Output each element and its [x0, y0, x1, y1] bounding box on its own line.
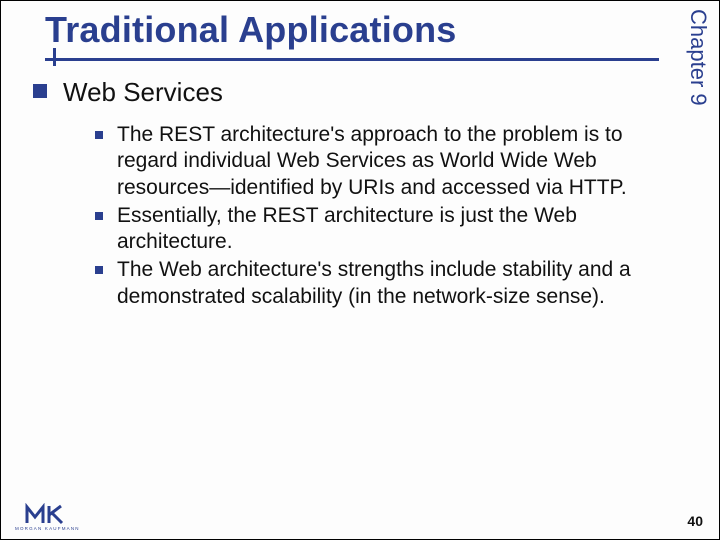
list-item: Web Services [31, 77, 679, 108]
title-tick-icon [53, 48, 56, 66]
publisher-name: MORGAN KAUFMANN [15, 526, 80, 531]
lvl2-text: The Web architecture's strengths include… [117, 257, 679, 310]
sub-list: The REST architecture's approach to the … [95, 122, 679, 310]
lvl1-text: Web Services [63, 77, 223, 108]
list-item: Essentially, the REST architecture is ju… [95, 203, 679, 256]
page-number: 40 [687, 513, 703, 529]
chapter-label: Chapter 9 [685, 9, 711, 106]
slide-title: Traditional Applications [31, 7, 659, 57]
content-area: Web Services The REST architecture's app… [31, 71, 679, 312]
list-item: The Web architecture's strengths include… [95, 257, 679, 310]
title-block: Traditional Applications [31, 7, 659, 57]
publisher-logo: MORGAN KAUFMANN [15, 503, 80, 531]
mk-logo-icon [25, 503, 69, 525]
lvl2-text: Essentially, the REST architecture is ju… [117, 203, 679, 256]
square-bullet-icon [95, 266, 103, 274]
list-item: The REST architecture's approach to the … [95, 122, 679, 201]
square-bullet-icon [33, 84, 47, 98]
title-rule [45, 58, 659, 61]
footer: MORGAN KAUFMANN 40 [1, 499, 719, 539]
square-bullet-icon [95, 212, 103, 220]
square-bullet-icon [95, 131, 103, 139]
lvl2-text: The REST architecture's approach to the … [117, 122, 679, 201]
